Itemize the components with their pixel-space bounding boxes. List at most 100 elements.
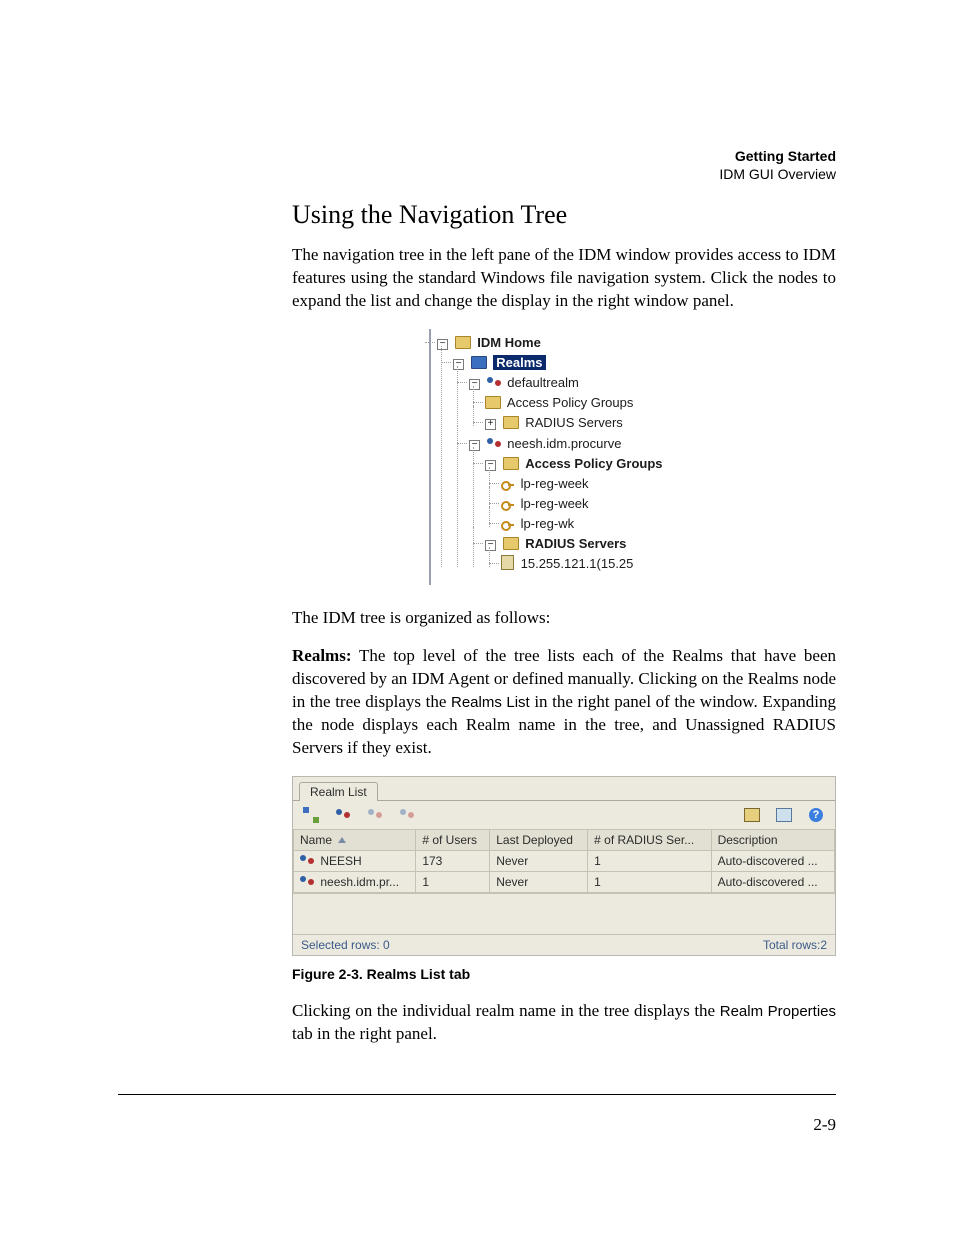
add-realm-button[interactable] xyxy=(301,805,323,825)
status-total: Total rows:2 xyxy=(763,938,827,952)
users-toggle-1-button xyxy=(365,805,387,825)
cell-radius: 1 xyxy=(588,851,711,872)
intro-paragraph: The navigation tree in the left pane of … xyxy=(292,244,836,313)
cell-users: 1 xyxy=(416,872,490,893)
tree-node-realms[interactable]: − Realms − defaultrealm xyxy=(453,353,695,575)
print-icon xyxy=(744,808,760,822)
cell-radius: 1 xyxy=(588,872,711,893)
status-selected: Selected rows: 0 xyxy=(301,938,390,952)
tree-label: defaultrealm xyxy=(507,375,579,390)
table-row[interactable]: NEESH 173 Never 1 Auto-discovered ... xyxy=(294,851,835,872)
panel-toolbar: ? xyxy=(293,800,835,829)
tree-label: RADIUS Servers xyxy=(525,415,623,430)
folder-icon xyxy=(455,336,471,349)
tree-node-lpwk[interactable]: lp-reg-wk xyxy=(501,514,695,534)
folder-icon xyxy=(503,537,519,550)
users-icon xyxy=(487,438,501,450)
tree-label: Access Policy Groups xyxy=(507,395,633,410)
users-icon xyxy=(300,855,314,867)
cell-users: 173 xyxy=(416,851,490,872)
users-icon xyxy=(368,809,382,821)
page-heading: Using the Navigation Tree xyxy=(292,200,836,230)
running-header: Getting Started IDM GUI Overview xyxy=(719,148,836,183)
tree-icon xyxy=(303,807,319,823)
cell-name: neesh.idm.pr... xyxy=(320,875,399,889)
tree-node-radius2[interactable]: − RADIUS Servers 15.255.121.1(15.25 xyxy=(485,534,695,574)
tree-label: neesh.idm.procurve xyxy=(507,436,621,451)
realms-paragraph: Realms: The top level of the tree lists … xyxy=(292,645,836,760)
tree-label: lp-reg-wk xyxy=(521,516,574,531)
footer-rule xyxy=(118,1094,836,1095)
key-icon xyxy=(501,498,514,510)
col-radius[interactable]: # of RADIUS Ser... xyxy=(588,830,711,851)
folder-icon xyxy=(485,396,501,409)
sort-asc-icon xyxy=(338,837,346,843)
cell-desc: Auto-discovered ... xyxy=(711,851,834,872)
tree-label: Realms xyxy=(493,355,545,370)
realm-list-panel: Realm List ? Name xyxy=(292,776,836,956)
tree-node-defaultrealm[interactable]: − defaultrealm Access Policy Groups xyxy=(469,373,695,433)
realm-properties-term: Realm Properties xyxy=(720,1003,836,1020)
tree-node-apg[interactable]: Access Policy Groups xyxy=(485,393,695,413)
collapse-icon[interactable]: − xyxy=(485,540,496,551)
tree-node-server-ip[interactable]: 15.255.121.1(15.25 xyxy=(501,554,695,574)
key-icon xyxy=(501,518,514,530)
closing-paragraph: Clicking on the individual realm name in… xyxy=(292,1000,836,1046)
closing-c: tab in the right panel. xyxy=(292,1024,437,1043)
page-number: 2-9 xyxy=(813,1115,836,1135)
tree-node-lpreg1[interactable]: lp-reg-week xyxy=(501,474,695,494)
col-label: Name xyxy=(300,833,332,847)
tree-intro: The IDM tree is organized as follows: xyxy=(292,607,836,630)
expand-icon[interactable]: + xyxy=(485,419,496,430)
users-icon xyxy=(400,809,414,821)
tree-node-radius[interactable]: + RADIUS Servers xyxy=(485,413,695,433)
folder-icon xyxy=(503,457,519,470)
tree-label: IDM Home xyxy=(477,335,541,350)
col-desc[interactable]: Description xyxy=(711,830,834,851)
tab-realm-list[interactable]: Realm List xyxy=(299,782,378,801)
add-users-button[interactable] xyxy=(333,805,355,825)
folder-icon xyxy=(471,356,487,369)
export-icon xyxy=(776,808,792,822)
tree-label: lp-reg-week xyxy=(521,476,589,491)
realms-list-term: Realms List xyxy=(451,694,530,711)
server-icon xyxy=(501,555,514,570)
users-icon xyxy=(300,876,314,888)
print-button[interactable] xyxy=(741,805,763,825)
tree-node-lpreg2[interactable]: lp-reg-week xyxy=(501,494,695,514)
users-icon xyxy=(336,809,350,821)
chapter-title: Getting Started xyxy=(719,148,836,166)
cell-desc: Auto-discovered ... xyxy=(711,872,834,893)
tree-node-idm-home[interactable]: − IDM Home − Realms − def xyxy=(437,333,695,575)
tree-label: lp-reg-week xyxy=(521,496,589,511)
cell-deployed: Never xyxy=(490,872,588,893)
users-toggle-2-button xyxy=(397,805,419,825)
tree-node-neesh[interactable]: − neesh.idm.procurve − Access Policy Gro… xyxy=(469,434,695,575)
collapse-icon[interactable]: − xyxy=(485,460,496,471)
col-name[interactable]: Name xyxy=(294,830,416,851)
col-users[interactable]: # of Users xyxy=(416,830,490,851)
collapse-icon[interactable]: − xyxy=(469,379,480,390)
realm-table: Name # of Users Last Deployed # of RADIU… xyxy=(293,829,835,893)
tree-label: 15.255.121.1(15.25 xyxy=(521,556,634,571)
cell-deployed: Never xyxy=(490,851,588,872)
section-title: IDM GUI Overview xyxy=(719,166,836,184)
key-icon xyxy=(501,478,514,490)
figure-caption: Figure 2-3. Realms List tab xyxy=(292,966,836,982)
table-row[interactable]: neesh.idm.pr... 1 Never 1 Auto-discovere… xyxy=(294,872,835,893)
realms-lead: Realms: xyxy=(292,646,351,665)
collapse-icon[interactable]: − xyxy=(437,339,448,350)
help-button[interactable]: ? xyxy=(805,805,827,825)
tree-node-apg2[interactable]: − Access Policy Groups lp-reg-week xyxy=(485,454,695,535)
export-button[interactable] xyxy=(773,805,795,825)
users-icon xyxy=(487,377,501,389)
collapse-icon[interactable]: − xyxy=(469,440,480,451)
folder-icon xyxy=(503,416,519,429)
collapse-icon[interactable]: − xyxy=(453,359,464,370)
nav-tree-figure: − IDM Home − Realms − def xyxy=(429,329,699,585)
tree-label: RADIUS Servers xyxy=(525,536,626,551)
col-deployed[interactable]: Last Deployed xyxy=(490,830,588,851)
closing-a: Clicking on the individual realm name in… xyxy=(292,1001,720,1020)
tree-label: Access Policy Groups xyxy=(525,456,662,471)
help-icon: ? xyxy=(809,808,823,822)
